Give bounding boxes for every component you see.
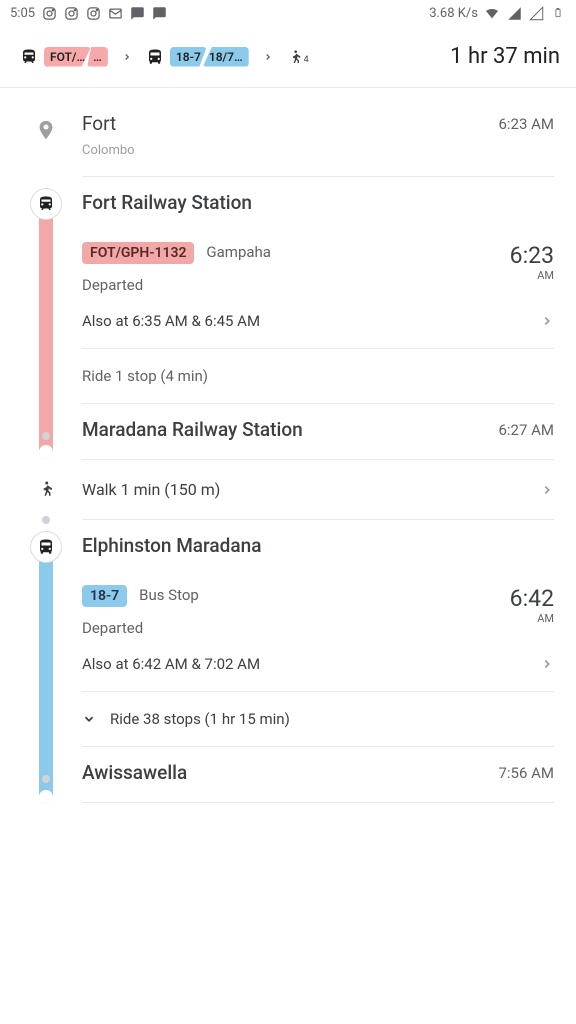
origin-time: 6:23 AM xyxy=(498,115,554,133)
gmail-icon xyxy=(107,5,123,21)
wifi-icon xyxy=(484,5,500,21)
bus-alternatives-row[interactable]: Also at 6:42 AM & 7:02 AM xyxy=(82,637,554,691)
walk-icon xyxy=(287,47,303,67)
bus-mode-badge xyxy=(31,532,61,562)
train-depart-time: 6:23 xyxy=(510,242,554,269)
chevron-right-icon xyxy=(540,314,554,328)
chat-icon xyxy=(129,5,145,21)
bus-alight-station: Awissawella xyxy=(82,761,187,784)
route-details: Fort 6:23 AM Colombo Fort Railway Statio… xyxy=(0,88,576,803)
chat-icon xyxy=(151,5,167,21)
origin-name: Fort xyxy=(82,112,116,135)
chevron-right-icon xyxy=(540,657,554,671)
walk-minutes: 4 xyxy=(304,55,309,65)
bus-icon xyxy=(146,48,164,66)
instagram-icon xyxy=(63,5,79,21)
bus-stops-expand-row[interactable]: Ride 38 stops (1 hr 15 min) xyxy=(82,692,554,746)
dot-icon xyxy=(42,432,50,440)
route-summary-bar: FOT/… … 18-7 18/7… 4 1 hr 37 min xyxy=(0,26,576,88)
train-icon xyxy=(20,48,38,66)
battery-icon xyxy=(550,5,566,21)
status-bar: 5:05 3.68 K/s xyxy=(0,0,576,26)
chevron-right-icon xyxy=(118,52,136,62)
signal-icon xyxy=(506,5,522,21)
bus-depart-time: 6:42 xyxy=(510,585,554,612)
train-mode-badge xyxy=(31,189,61,219)
train-alternatives-text: Also at 6:35 AM & 6:45 AM xyxy=(82,312,260,330)
bus-ride-info: Ride 38 stops (1 hr 15 min) xyxy=(110,710,290,728)
summary-train-segment[interactable]: FOT/… … xyxy=(20,47,108,67)
dot-icon xyxy=(42,775,50,783)
walk-text: Walk 1 min (150 m) xyxy=(82,480,220,499)
train-ride-info: Ride 1 stop (4 min) xyxy=(82,349,554,403)
train-alternatives-row[interactable]: Also at 6:35 AM & 6:45 AM xyxy=(82,294,554,348)
train-alight-time: 6:27 AM xyxy=(498,421,554,439)
bus-depart-ampm: AM xyxy=(510,612,554,625)
bus-destination: Bus Stop xyxy=(139,586,199,604)
train-route-pill: FOT/GPH-1132 xyxy=(82,242,194,264)
walk-row[interactable]: Walk 1 min (150 m) xyxy=(82,460,554,519)
instagram-icon xyxy=(85,5,101,21)
origin-sublabel: Colombo xyxy=(82,143,554,158)
train-route-chip: FOT/… xyxy=(44,47,91,67)
train-status: Departed xyxy=(82,276,271,294)
bus-alternatives-text: Also at 6:42 AM & 7:02 AM xyxy=(82,655,260,673)
bus-route-pill: 18-7 xyxy=(82,585,127,607)
status-time: 5:05 xyxy=(10,6,35,21)
chevron-right-icon xyxy=(540,483,554,497)
train-route-chip-more: … xyxy=(87,47,108,67)
bus-status: Departed xyxy=(82,619,199,637)
bus-boarding-station: Elphinston Maradana xyxy=(82,520,554,557)
signal-icon xyxy=(528,5,544,21)
bus-route-chip-more: 18/7… xyxy=(203,47,249,67)
chevron-down-icon xyxy=(82,712,96,726)
summary-walk-segment[interactable]: 4 xyxy=(287,47,309,67)
instagram-icon xyxy=(41,5,57,21)
bus-alight-time: 7:56 AM xyxy=(498,764,554,782)
bus-route-chip: 18-7 xyxy=(170,47,207,67)
train-depart-ampm: AM xyxy=(510,269,554,282)
train-destination: Gampaha xyxy=(206,243,271,261)
train-alight-station: Maradana Railway Station xyxy=(82,418,303,441)
summary-bus-segment[interactable]: 18-7 18/7… xyxy=(146,47,249,67)
train-boarding-station: Fort Railway Station xyxy=(82,177,554,214)
total-duration: 1 hr 37 min xyxy=(450,44,560,69)
origin-pin-icon xyxy=(35,116,57,144)
chevron-right-icon xyxy=(259,52,277,62)
data-rate: 3.68 K/s xyxy=(429,6,478,21)
walk-icon xyxy=(37,478,55,500)
